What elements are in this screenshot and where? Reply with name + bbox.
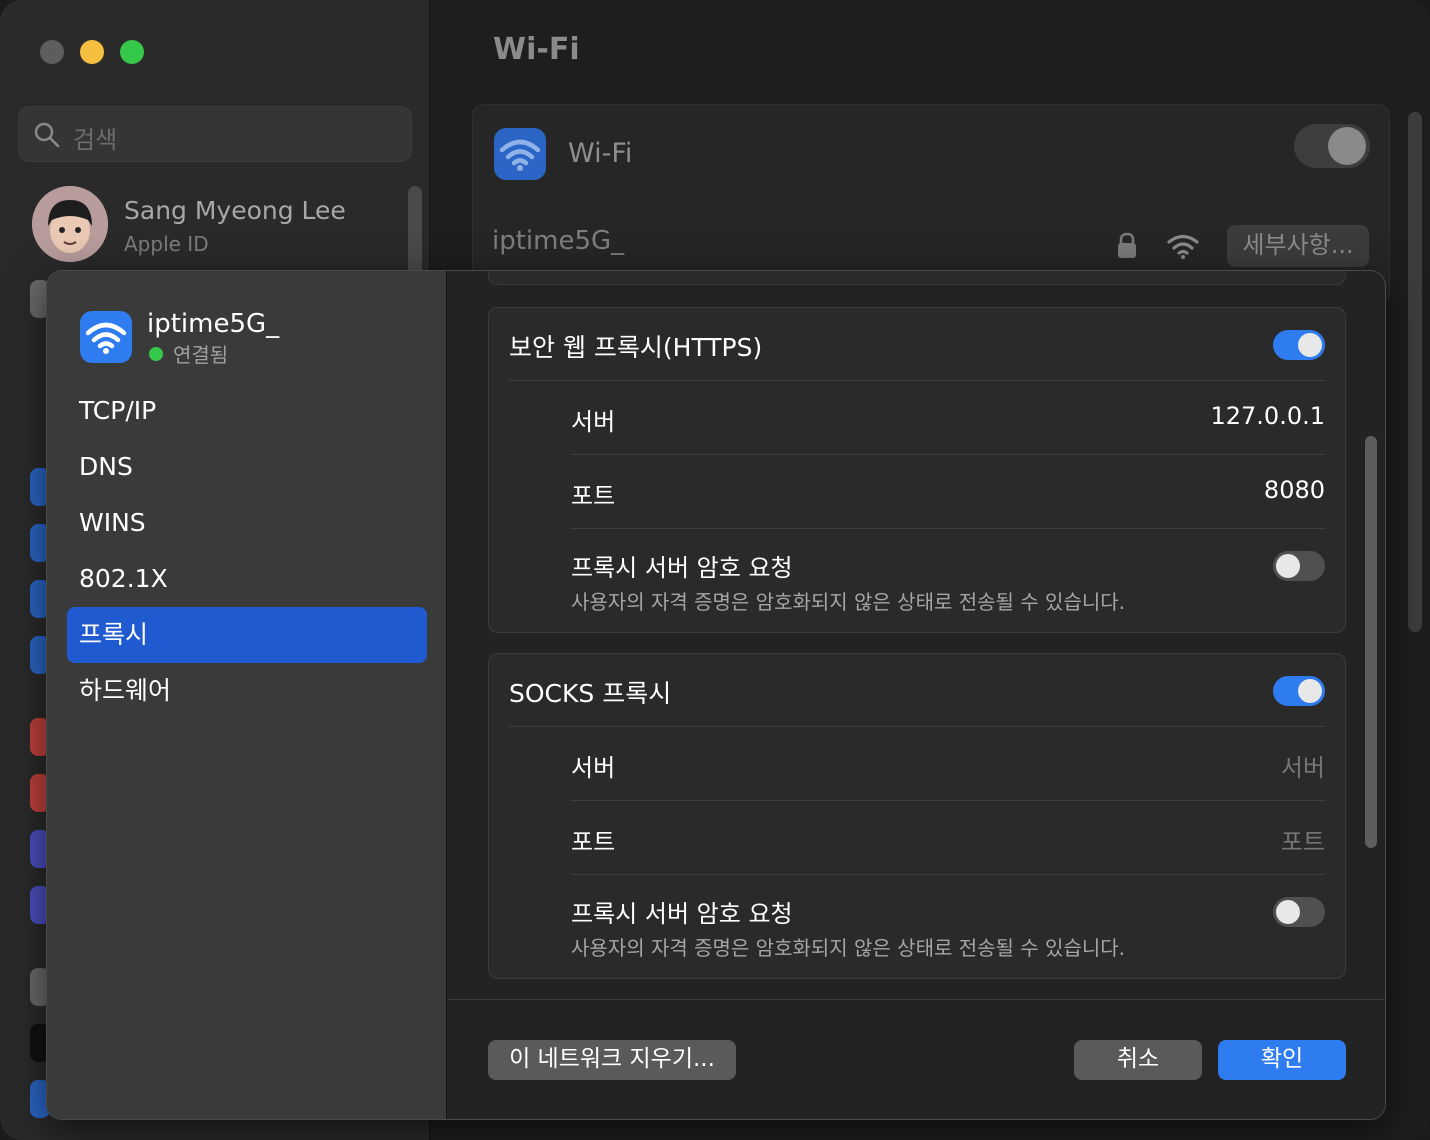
sheet-footer: 이 네트워크 지우기... 취소 확인 bbox=[448, 999, 1385, 1119]
socks-proxy-toggle[interactable] bbox=[1273, 676, 1325, 706]
system-settings-window: 검색 Sang Myeong Lee Apple ID Wi-Fi Wi-Fi … bbox=[0, 0, 1430, 1140]
wifi-toggle[interactable] bbox=[1294, 124, 1370, 168]
sheet-sidebar: iptime5G_ 연결됨 TCP/IP DNS WINS 802.1X 프록시… bbox=[47, 271, 447, 1119]
nav-hardware[interactable]: 하드웨어 bbox=[67, 663, 427, 719]
wifi-label: Wi-Fi bbox=[568, 138, 633, 169]
socks-proxy-card: SOCKS 프록시 서버 서버 포트 포트 프록시 서버 암호 요청 사용자의 … bbox=[488, 653, 1346, 979]
account-name: Sang Myeong Lee bbox=[124, 196, 346, 225]
avatar bbox=[32, 186, 108, 262]
wifi-signal-icon bbox=[1167, 234, 1199, 259]
wifi-icon bbox=[80, 311, 132, 363]
divider bbox=[509, 380, 1325, 381]
socks-proxy-title: SOCKS 프록시 bbox=[509, 679, 672, 708]
socks-auth-label: 프록시 서버 암호 요청 bbox=[571, 900, 793, 928]
socks-server-field[interactable]: 서버 bbox=[1281, 748, 1325, 783]
nav-proxy[interactable]: 프록시 bbox=[67, 607, 427, 663]
socks-auth-note: 사용자의 자격 증명은 암호화되지 않은 상태로 전송될 수 있습니다. bbox=[571, 936, 1126, 960]
https-auth-note: 사용자의 자격 증명은 암호화되지 않은 상태로 전송될 수 있습니다. bbox=[571, 590, 1126, 614]
https-server-label: 서버 bbox=[571, 408, 616, 436]
divider bbox=[509, 726, 1325, 727]
connection-status: 연결됨 bbox=[173, 343, 229, 367]
zoom-window-button[interactable] bbox=[120, 40, 144, 64]
socks-server-label: 서버 bbox=[571, 754, 616, 782]
ok-button[interactable]: 확인 bbox=[1218, 1040, 1346, 1080]
previous-proxy-card bbox=[488, 271, 1346, 285]
connected-status-dot bbox=[149, 347, 163, 361]
https-server-field[interactable]: 127.0.0.1 bbox=[1210, 402, 1325, 430]
search-placeholder: 검색 bbox=[73, 126, 118, 154]
page-title: Wi-Fi bbox=[493, 32, 580, 67]
search-icon bbox=[34, 122, 60, 148]
sheet-scrollbar[interactable] bbox=[1365, 436, 1377, 848]
sheet-network-name: iptime5G_ bbox=[147, 309, 280, 339]
network-details-sheet: iptime5G_ 연결됨 TCP/IP DNS WINS 802.1X 프록시… bbox=[46, 270, 1386, 1120]
current-network-name: iptime5G_ bbox=[492, 226, 625, 256]
main-scrollbar[interactable] bbox=[1408, 112, 1422, 632]
divider bbox=[571, 874, 1325, 875]
search-field[interactable]: 검색 bbox=[18, 106, 412, 162]
forget-network-button[interactable]: 이 네트워크 지우기... bbox=[488, 1040, 736, 1080]
socks-port-label: 포트 bbox=[571, 828, 616, 856]
close-window-button[interactable] bbox=[40, 40, 64, 64]
nav-wins[interactable]: WINS bbox=[67, 495, 427, 551]
cancel-button[interactable]: 취소 bbox=[1074, 1040, 1202, 1080]
https-proxy-title: 보안 웹 프록시(HTTPS) bbox=[509, 333, 763, 362]
proxy-settings-content: 보안 웹 프록시(HTTPS) 서버 127.0.0.1 포트 8080 프록시… bbox=[448, 271, 1385, 999]
https-auth-label: 프록시 서버 암호 요청 bbox=[571, 554, 793, 582]
lock-icon bbox=[1118, 232, 1136, 258]
nav-8021x[interactable]: 802.1X bbox=[67, 551, 427, 607]
https-port-label: 포트 bbox=[571, 482, 616, 510]
account-subtitle: Apple ID bbox=[124, 232, 209, 256]
details-button[interactable]: 세부사항... bbox=[1227, 225, 1369, 267]
https-proxy-card: 보안 웹 프록시(HTTPS) 서버 127.0.0.1 포트 8080 프록시… bbox=[488, 307, 1346, 633]
https-auth-toggle[interactable] bbox=[1273, 551, 1325, 581]
minimize-window-button[interactable] bbox=[80, 40, 104, 64]
socks-port-field[interactable]: 포트 bbox=[1281, 822, 1325, 857]
divider bbox=[571, 454, 1325, 455]
nav-dns[interactable]: DNS bbox=[67, 439, 427, 495]
socks-auth-toggle[interactable] bbox=[1273, 897, 1325, 927]
divider bbox=[571, 800, 1325, 801]
wifi-app-icon bbox=[494, 128, 546, 180]
nav-tcpip[interactable]: TCP/IP bbox=[67, 383, 427, 439]
https-proxy-toggle[interactable] bbox=[1273, 330, 1325, 360]
https-port-field[interactable]: 8080 bbox=[1264, 476, 1325, 504]
divider bbox=[571, 528, 1325, 529]
